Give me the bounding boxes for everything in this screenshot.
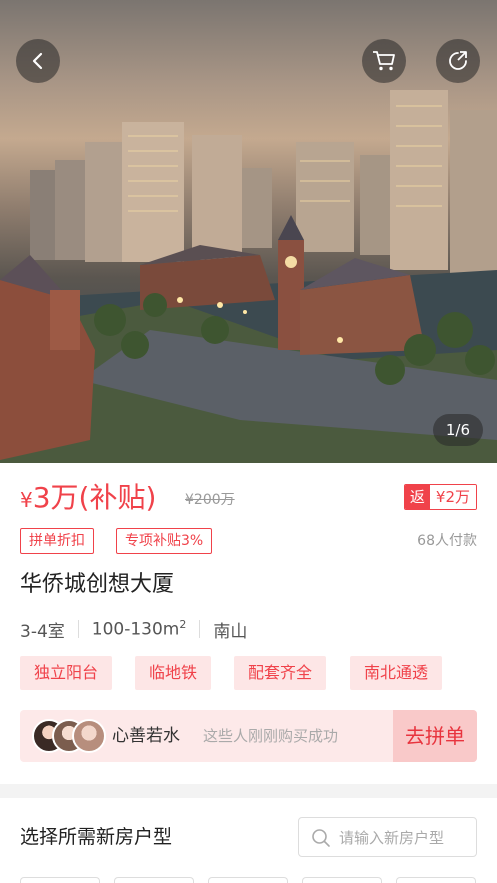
group-buy-bar: 心善若水 这些人刚刚购买成功 去拼单 <box>20 710 477 762</box>
share-button[interactable] <box>436 39 480 83</box>
group-name: 心善若水 <box>112 726 180 746</box>
original-price: ¥200万 <box>185 492 235 508</box>
area-value: 100-130m <box>91 619 180 640</box>
feature-tag: 配套齐全 <box>234 656 327 690</box>
feature-tag: 南北通透 <box>350 656 443 690</box>
search-icon <box>312 829 330 847</box>
floorplan-section-title: 选择所需新房户型 <box>20 826 173 848</box>
chevron-left-icon <box>32 52 43 70</box>
join-group-button[interactable]: 去拼单 <box>393 710 477 762</box>
floorplan-card[interactable] <box>396 877 476 883</box>
cart-icon <box>373 51 395 71</box>
floorplan-card[interactable] <box>302 877 382 883</box>
floorplan-cards <box>20 877 477 883</box>
divider <box>199 620 201 638</box>
rebate-tag: 返 <box>404 485 430 509</box>
cart-button[interactable] <box>362 39 406 83</box>
back-button[interactable] <box>16 39 60 83</box>
gallery-counter: 1/6 <box>432 414 483 446</box>
floorplan-card[interactable] <box>114 877 194 883</box>
floorplan-card[interactable] <box>20 877 100 883</box>
area-unit-sup: 2 <box>179 618 187 632</box>
building-render-image <box>0 90 497 463</box>
price-value: 3万(补贴) <box>32 481 157 514</box>
property-title: 华侨城创想大厦 <box>20 572 175 597</box>
feature-tag: 独立阳台 <box>20 656 113 690</box>
property-specs: 3-4室 100-130m2 南山 <box>20 614 247 644</box>
feature-tag: 临地铁 <box>135 656 212 690</box>
rebate-value: ¥2万 <box>429 485 476 509</box>
currency-symbol: ¥ <box>20 488 33 512</box>
area: 100-130m2 <box>92 618 187 640</box>
avatar <box>72 719 106 753</box>
rebate-badge: 返 ¥2万 <box>403 484 477 510</box>
rooms: 3-4室 <box>20 621 65 642</box>
floorplan-card[interactable] <box>208 877 288 883</box>
hero-gallery[interactable]: 1/6 <box>0 0 497 463</box>
floorplan-search[interactable] <box>298 817 477 857</box>
buyer-avatars <box>32 719 106 753</box>
paid-count: 68人付款 <box>417 533 477 549</box>
price-row: ¥3万(补贴) ¥200万 返 ¥2万 <box>20 478 477 518</box>
promo-tag: 拼单折扣 <box>20 528 94 554</box>
group-hint: 这些人刚刚购买成功 <box>203 727 339 745</box>
promo-tags: 拼单折扣 专项补贴3% 68人付款 <box>20 528 477 554</box>
section-divider <box>0 784 497 798</box>
feature-tags: 独立阳台 临地铁 配套齐全 南北通透 <box>20 656 477 690</box>
share-icon <box>449 51 467 70</box>
current-price: ¥3万(补贴) <box>20 478 156 520</box>
district: 南山 <box>213 621 248 642</box>
promo-tag: 专项补贴3% <box>116 528 213 554</box>
divider <box>77 620 79 638</box>
search-input[interactable] <box>339 825 471 851</box>
